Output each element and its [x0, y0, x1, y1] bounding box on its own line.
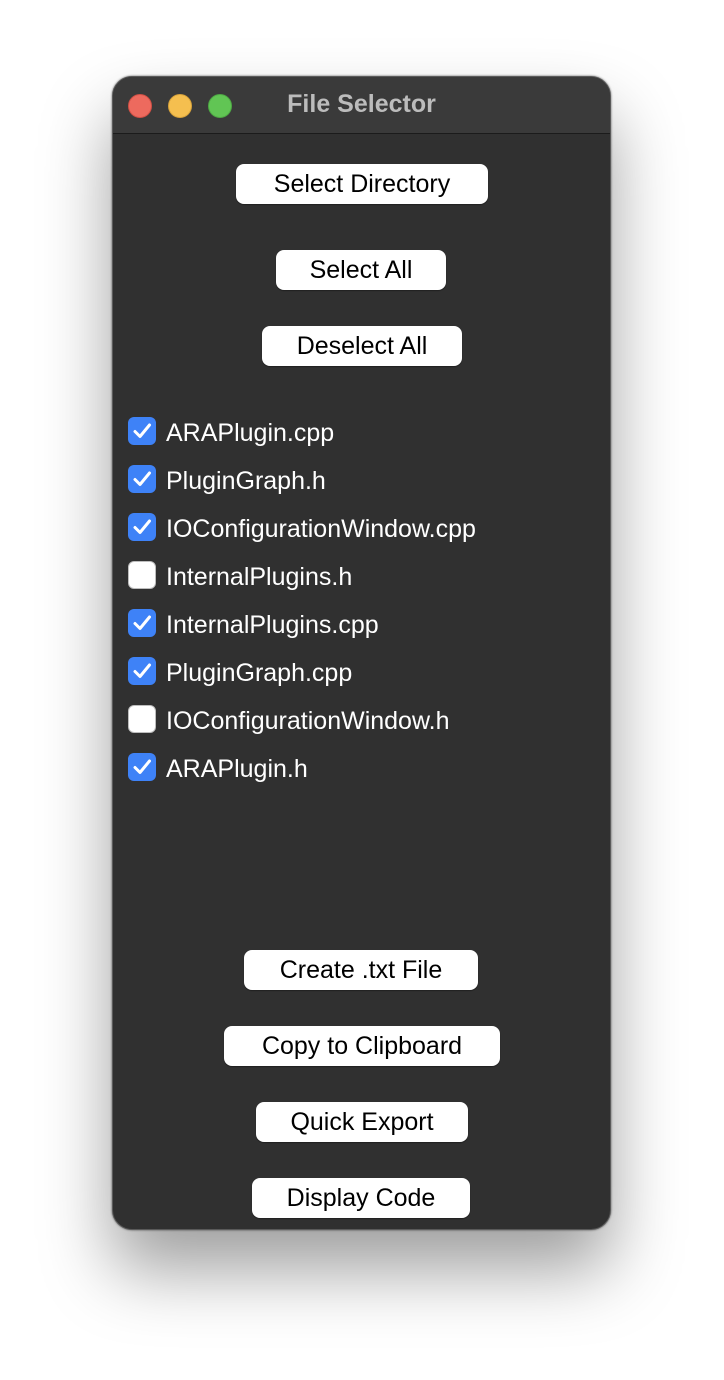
file-row[interactable]: ARAPlugin.h: [128, 745, 598, 793]
checkbox-checked[interactable]: [128, 417, 156, 445]
checkbox-checked[interactable]: [128, 465, 156, 493]
checkmark-icon: [133, 423, 151, 438]
quick-export-button[interactable]: Quick Export: [256, 1102, 468, 1142]
title-bar[interactable]: File Selector: [113, 77, 610, 134]
checkmark-icon: [133, 519, 151, 534]
select-directory-button[interactable]: Select Directory: [236, 164, 488, 204]
checkmark-icon: [133, 759, 151, 774]
file-row[interactable]: PluginGraph.h: [128, 457, 598, 505]
file-name-label[interactable]: IOConfigurationWindow.h: [166, 697, 449, 745]
file-name-label[interactable]: InternalPlugins.h: [166, 553, 352, 601]
checkbox-unchecked[interactable]: [128, 561, 156, 589]
checkbox-checked[interactable]: [128, 753, 156, 781]
checkbox-checked[interactable]: [128, 609, 156, 637]
file-name-label[interactable]: InternalPlugins.cpp: [166, 601, 379, 649]
checkbox-checked[interactable]: [128, 513, 156, 541]
file-name-label[interactable]: ARAPlugin.h: [166, 745, 308, 793]
select-all-button[interactable]: Select All: [276, 250, 446, 290]
file-row[interactable]: PluginGraph.cpp: [128, 649, 598, 697]
file-row[interactable]: InternalPlugins.cpp: [128, 601, 598, 649]
deselect-all-button[interactable]: Deselect All: [262, 326, 462, 366]
file-name-label[interactable]: IOConfigurationWindow.cpp: [166, 505, 476, 553]
checkmark-icon: [133, 663, 151, 678]
file-name-label[interactable]: PluginGraph.h: [166, 457, 326, 505]
window-title: File Selector: [287, 90, 436, 118]
file-row[interactable]: InternalPlugins.h: [128, 553, 598, 601]
file-name-label[interactable]: ARAPlugin.cpp: [166, 409, 334, 457]
copy-to-clipboard-button[interactable]: Copy to Clipboard: [224, 1026, 500, 1066]
file-list: ARAPlugin.cpp PluginGraph.h IOConfiguratio…: [128, 409, 598, 793]
checkmark-icon: [133, 471, 151, 486]
display-code-button[interactable]: Display Code: [252, 1178, 470, 1218]
file-row[interactable]: IOConfigurationWindow.h: [128, 697, 598, 745]
file-name-label[interactable]: PluginGraph.cpp: [166, 649, 352, 697]
file-row[interactable]: ARAPlugin.cpp: [128, 409, 598, 457]
file-row[interactable]: IOConfigurationWindow.cpp: [128, 505, 598, 553]
create-txt-file-button[interactable]: Create .txt File: [244, 950, 478, 990]
file-selector-window: File Selector Select Directory Select Al…: [112, 76, 611, 1230]
checkmark-icon: [133, 615, 151, 630]
checkbox-unchecked[interactable]: [128, 705, 156, 733]
checkbox-checked[interactable]: [128, 657, 156, 685]
